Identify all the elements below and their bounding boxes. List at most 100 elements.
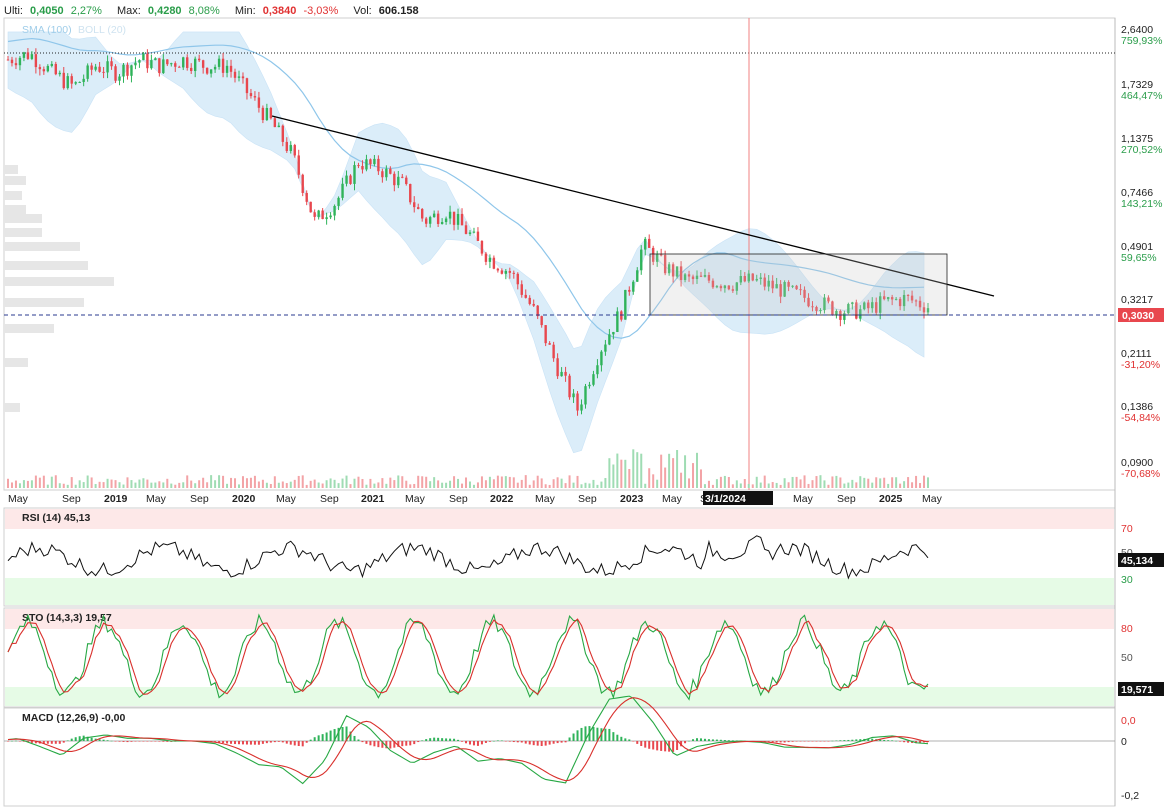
candle-body [440,222,444,224]
current-price-tag-text: 0,3030 [1122,310,1154,322]
macd-histogram-bar [604,728,607,741]
candle-body [632,281,635,292]
macd-histogram-bar [576,730,579,741]
volume-bar [74,484,77,488]
candle-body [640,249,643,271]
volume-bar [134,482,137,488]
volume-bar [472,484,475,488]
volume-bar [138,479,141,488]
macd-histogram-bar [807,741,810,742]
macd-histogram-bar [405,741,408,746]
candle-body [648,238,651,248]
macd-histogram-bar [409,741,412,746]
candle-body [504,270,508,274]
volume-bar [875,477,878,488]
volume-bar [811,480,814,488]
percent-tick-label: 464,47% [1121,90,1162,102]
percent-tick-label: 759,93% [1121,35,1162,47]
volume-bar [723,475,726,488]
candle-body [118,76,121,81]
percent-tick-label: 270,52% [1121,144,1162,156]
macd-histogram-bar [803,741,806,742]
macd-histogram-bar [46,741,49,744]
volume-bar [739,483,742,488]
macd-histogram-bar [249,741,252,745]
volume-bar [241,476,244,488]
volume-bar [903,481,906,488]
macd-histogram-bar [903,741,906,743]
candle-body [313,212,316,217]
candle-body [10,59,14,64]
volume-bar [747,483,750,488]
candle-body [74,82,77,84]
candle-body [54,63,57,75]
macd-histogram-bar [827,741,830,742]
candle-body [297,155,300,175]
macd-histogram-bar [457,739,460,741]
candle-body [604,344,607,352]
volume-bar [234,478,237,488]
macd-histogram-bar [313,737,316,741]
x-tick-label: 2019 [104,493,128,505]
candle-body [170,63,173,65]
volume-bar [839,477,842,488]
candle-body [413,202,416,208]
volume-profile-bar [4,324,54,333]
macd-histogram-bar [544,741,547,746]
macd-histogram-bar [771,741,774,743]
volume-bar [624,459,627,488]
macd-histogram-bar [445,738,448,741]
macd-histogram-bar [492,740,495,742]
volume-bar [110,479,113,488]
candle-body [70,76,73,84]
candle-body [293,145,296,156]
chart-canvas[interactable]: 2,6400759,93%1,7329464,47%1,1375270,52%0… [0,0,1173,812]
candle-body [592,374,595,385]
candle-body [460,213,464,226]
volume-profile-bar [4,261,88,270]
candle-body [464,225,468,234]
volume-bar [819,475,822,488]
volume-bar [245,478,248,488]
rsi-value-tag-text: 45,134 [1121,555,1153,567]
volume-bar [261,479,264,488]
macd-histogram-bar [899,741,902,742]
macd-histogram-bar [341,726,344,741]
candle-body [277,125,281,128]
macd-histogram-bar [158,741,161,742]
volume-bar [660,454,663,488]
candle-body [576,393,579,411]
macd-histogram-bar [536,741,539,746]
volume-bar [664,467,667,488]
volume-bar [46,484,49,488]
macd-histogram-bar [520,741,523,743]
macd-histogram-bar [14,740,17,742]
macd-histogram-bar [66,740,69,741]
volume-bar [783,478,786,488]
candle-body [94,66,97,70]
candle-body [142,53,145,61]
volume-bar [114,480,117,488]
volume-bar [14,480,17,488]
volume-bar [588,483,591,488]
volume-bar [524,475,527,488]
x-tick-label: Sep [320,493,339,505]
macd-histogram-bar [855,739,858,741]
x-tick-label: 2022 [490,493,514,505]
x-tick-label: May [535,493,556,505]
candle-body [369,159,372,165]
macd-histogram-bar [552,741,555,744]
candle-body [245,78,249,94]
macd-histogram-bar [528,741,531,745]
volume-bar [827,484,830,488]
macd-histogram-bar [648,741,651,749]
x-tick-label: May [662,493,683,505]
macd-histogram-bar [90,737,93,741]
candle-body [193,58,197,72]
rsi-title: RSI (14) 45,13 [22,512,90,524]
sto-level-80: 80 [1121,623,1133,635]
candle-body [512,272,516,274]
candle-body [373,158,376,165]
volume-bar [381,478,384,488]
macd-histogram-bar [301,741,304,747]
